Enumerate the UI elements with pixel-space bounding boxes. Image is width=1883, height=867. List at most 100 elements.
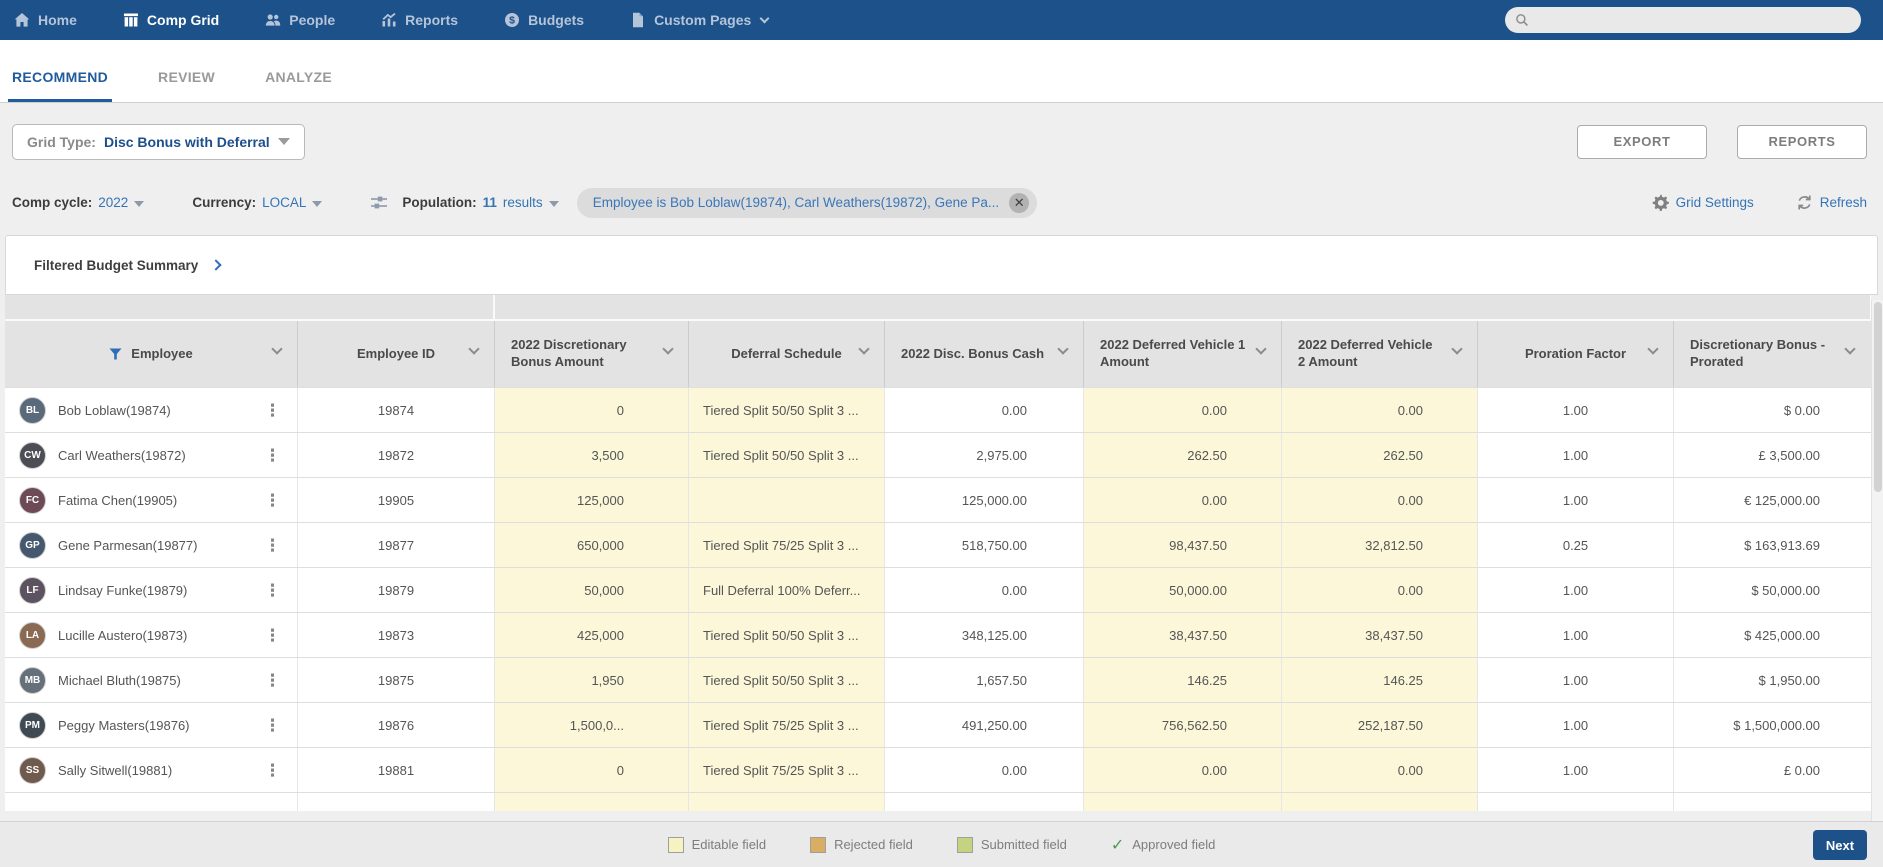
table-row: BL Bob Loblaw(19874) ⋮ 19874 0 Tiered Split 5… xyxy=(5,387,1871,432)
cell-v1[interactable]: 38,437.50 xyxy=(1084,613,1282,657)
grid-type-dropdown[interactable]: Grid Type: Disc Bonus with Deferral xyxy=(12,123,305,160)
column-header-id[interactable]: Employee ID xyxy=(298,321,495,387)
column-header-proration[interactable]: Proration Factor xyxy=(1478,321,1674,387)
column-label-id: Employee ID xyxy=(356,345,436,361)
cell-deferral[interactable]: Tiered Split 50/50 Split 3 ... xyxy=(689,433,885,477)
reports-button[interactable]: REPORTS xyxy=(1737,124,1867,159)
tab-review[interactable]: REVIEW xyxy=(154,69,219,102)
row-menu-kebab-icon[interactable]: ⋮ xyxy=(258,582,287,599)
cell-bonus[interactable]: 50,000 xyxy=(495,568,689,612)
row-menu-kebab-icon[interactable]: ⋮ xyxy=(258,492,287,509)
column-header-bonus[interactable]: 2022 Discretionary Bonus Amount xyxy=(495,321,689,387)
population-dropdown[interactable]: Population: 11 results xyxy=(370,195,559,211)
nav-item-custom-pages[interactable]: Custom Pages xyxy=(630,12,770,28)
cell-v1[interactable]: 0.00 xyxy=(1084,388,1282,432)
nav-item-reports[interactable]: Reports xyxy=(381,12,458,28)
population-filter-chip[interactable]: Employee is Bob Loblaw(19874), Carl Weat… xyxy=(576,187,1038,218)
filter-funnel-icon[interactable] xyxy=(109,348,122,360)
row-menu-kebab-icon[interactable]: ⋮ xyxy=(258,627,287,644)
row-menu-kebab-icon[interactable]: ⋮ xyxy=(258,717,287,734)
avatar: SS xyxy=(19,756,46,784)
cell-v1[interactable]: 262.50 xyxy=(1084,433,1282,477)
chevron-down-icon[interactable] xyxy=(858,343,870,355)
comp-grid-icon xyxy=(123,13,138,27)
cell-v2[interactable]: 146.25 xyxy=(1282,658,1478,702)
cell-bonus[interactable]: 1,500,0... xyxy=(495,703,689,747)
cell-bonus xyxy=(495,793,689,811)
cell-v1[interactable]: 0.00 xyxy=(1084,478,1282,522)
cell-v2[interactable]: 262.50 xyxy=(1282,433,1478,477)
population-unit: results xyxy=(502,195,543,210)
cell-v2[interactable]: 38,437.50 xyxy=(1282,613,1478,657)
vertical-scrollbar[interactable] xyxy=(1871,300,1883,821)
cell-deferral[interactable]: Tiered Split 50/50 Split 3 ... xyxy=(689,613,885,657)
cell-deferral[interactable] xyxy=(689,478,885,522)
nav-search[interactable] xyxy=(1505,7,1861,33)
cell-deferral[interactable]: Full Deferral 100% Deferr... xyxy=(689,568,885,612)
cell-cash xyxy=(885,793,1084,811)
expand-chevron-icon[interactable] xyxy=(210,259,222,271)
cell-v1[interactable]: 756,562.50 xyxy=(1084,703,1282,747)
cell-deferral[interactable]: Tiered Split 75/25 Split 3 ... xyxy=(689,748,885,792)
cell-bonus[interactable]: 1,950 xyxy=(495,658,689,702)
cell-cash: 348,125.00 xyxy=(885,613,1084,657)
filtered-budget-summary-panel[interactable]: Filtered Budget Summary xyxy=(5,235,1878,295)
cell-v2[interactable]: 0.00 xyxy=(1282,568,1478,612)
tab-recommend[interactable]: RECOMMEND xyxy=(8,69,113,102)
cell-deferral[interactable]: Tiered Split 50/50 Split 3 ... xyxy=(689,658,885,702)
scrollbar-thumb[interactable] xyxy=(1874,302,1882,492)
search-input[interactable] xyxy=(1535,12,1851,28)
row-menu-kebab-icon[interactable]: ⋮ xyxy=(258,537,287,554)
cell-prorated: $ 425,000.00 xyxy=(1744,627,1820,643)
nav-item-comp-grid[interactable]: Comp Grid xyxy=(123,12,219,28)
cell-v1[interactable]: 146.25 xyxy=(1084,658,1282,702)
cell-bonus[interactable]: 0 xyxy=(495,748,689,792)
tab-analyze[interactable]: ANALYZE xyxy=(261,69,336,102)
row-menu-kebab-icon[interactable]: ⋮ xyxy=(258,762,287,779)
cell-v2[interactable]: 32,812.50 xyxy=(1282,523,1478,567)
nav-item-budgets[interactable]: $ Budgets xyxy=(504,12,584,28)
row-menu-kebab-icon[interactable]: ⋮ xyxy=(258,672,287,689)
refresh-button[interactable]: Refresh xyxy=(1796,194,1867,211)
cell-v2[interactable]: 0.00 xyxy=(1282,388,1478,432)
cell-v2[interactable]: 0.00 xyxy=(1282,478,1478,522)
cell-bonus[interactable]: 0 xyxy=(495,388,689,432)
chip-close-icon[interactable]: ✕ xyxy=(1009,192,1030,213)
chevron-down-icon[interactable] xyxy=(271,343,283,355)
submitted-swatch xyxy=(956,836,973,853)
column-header-v1[interactable]: 2022 Deferred Vehicle 1 Amount xyxy=(1084,321,1282,387)
export-button[interactable]: EXPORT xyxy=(1577,124,1707,159)
cell-name: GP Gene Parmesan(19877) ⋮ xyxy=(5,523,298,567)
comp-cycle-dropdown[interactable]: Comp cycle: 2022 xyxy=(12,195,145,210)
row-menu-kebab-icon[interactable]: ⋮ xyxy=(258,402,287,419)
cell-deferral[interactable]: Tiered Split 75/25 Split 3 ... xyxy=(689,523,885,567)
next-button[interactable]: Next xyxy=(1813,830,1867,860)
chevron-down-icon[interactable] xyxy=(468,343,480,355)
cell-v2[interactable]: 0.00 xyxy=(1282,748,1478,792)
cell-v1[interactable]: 50,000.00 xyxy=(1084,568,1282,612)
cell-v1[interactable]: 98,437.50 xyxy=(1084,523,1282,567)
cell-deferral[interactable]: Tiered Split 50/50 Split 3 ... xyxy=(689,388,885,432)
cell-bonus[interactable]: 125,000 xyxy=(495,478,689,522)
chevron-down-icon[interactable] xyxy=(1647,343,1659,355)
cell-name: BL Bob Loblaw(19874) ⋮ xyxy=(5,388,298,432)
cell-bonus[interactable]: 425,000 xyxy=(495,613,689,657)
cell-deferral[interactable]: Tiered Split 75/25 Split 3 ... xyxy=(689,703,885,747)
legend-editable: Editable field xyxy=(667,836,766,853)
column-header-v2[interactable]: 2022 Deferred Vehicle 2 Amount xyxy=(1282,321,1478,387)
nav-item-home[interactable]: Home xyxy=(14,12,77,28)
currency-dropdown[interactable]: Currency: LOCAL xyxy=(192,195,323,210)
column-header-prorated[interactable]: Discretionary Bonus - Prorated xyxy=(1674,321,1870,387)
column-header-deferral[interactable]: Deferral Schedule xyxy=(689,321,885,387)
cell-bonus[interactable]: 650,000 xyxy=(495,523,689,567)
column-header-cash[interactable]: 2022 Disc. Bonus Cash xyxy=(885,321,1084,387)
grid-settings-button[interactable]: Grid Settings xyxy=(1652,194,1754,211)
reports-icon xyxy=(382,12,396,27)
cell-v1[interactable]: 0.00 xyxy=(1084,748,1282,792)
cell-v2[interactable]: 252,187.50 xyxy=(1282,703,1478,747)
column-header-name[interactable]: Employee xyxy=(5,321,298,387)
cell-bonus[interactable]: 3,500 xyxy=(495,433,689,477)
rejected-swatch xyxy=(810,836,827,853)
row-menu-kebab-icon[interactable]: ⋮ xyxy=(258,447,287,464)
nav-item-people[interactable]: People xyxy=(265,12,335,28)
